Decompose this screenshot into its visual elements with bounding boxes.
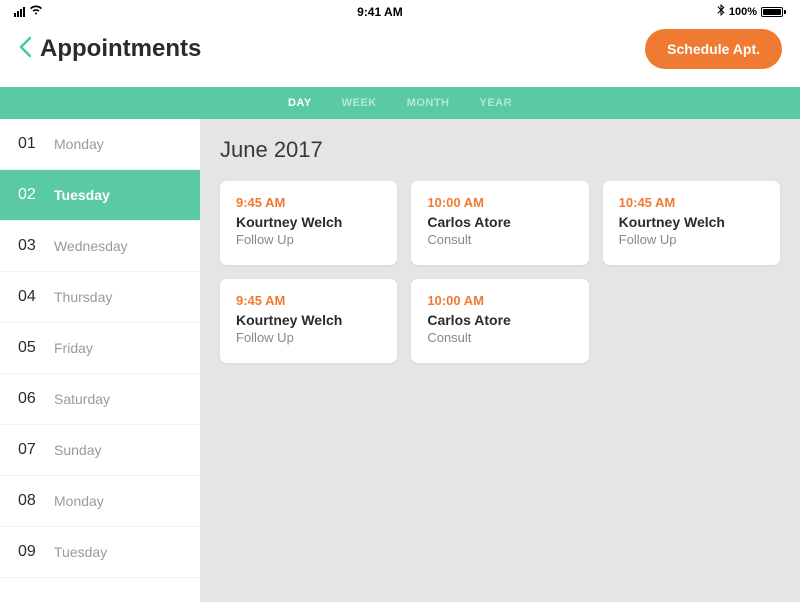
appointment-time: 10:00 AM [427, 293, 572, 308]
day-number: 09 [18, 543, 40, 561]
appointment-type: Consult [427, 232, 572, 247]
status-time: 9:41 AM [357, 5, 403, 19]
sidebar-day-item[interactable]: 08 Monday [0, 476, 200, 527]
appointment-card[interactable]: 10:45 AM Kourtney Welch Follow Up [603, 181, 780, 265]
tab-month[interactable]: MONTH [407, 97, 450, 109]
day-name: Friday [54, 340, 93, 356]
appointment-name: Kourtney Welch [619, 214, 764, 230]
status-left [14, 5, 43, 18]
tab-year[interactable]: YEAR [479, 97, 512, 109]
sidebar-day-item[interactable]: 07 Sunday [0, 425, 200, 476]
appointment-card[interactable]: 9:45 AM Kourtney Welch Follow Up [220, 181, 397, 265]
sidebar-day-item[interactable]: 06 Saturday [0, 374, 200, 425]
appointment-time: 9:45 AM [236, 195, 381, 210]
bluetooth-icon [717, 4, 725, 19]
day-name: Thursday [54, 289, 112, 305]
main: June 2017 9:45 AM Kourtney Welch Follow Up… [200, 119, 800, 602]
battery-percent: 100% [729, 6, 757, 18]
appointment-card[interactable]: 9:45 AM Kourtney Welch Follow Up [220, 279, 397, 363]
view-tabs: DAY WEEK MONTH YEAR [0, 87, 800, 119]
day-name: Wednesday [54, 238, 128, 254]
day-name: Saturday [54, 391, 110, 407]
appointment-time: 9:45 AM [236, 293, 381, 308]
appointment-type: Consult [427, 330, 572, 345]
appointment-type: Follow Up [619, 232, 764, 247]
back-chevron-icon[interactable] [18, 36, 36, 63]
content: 01 Monday 02 Tuesday 03 Wednesday 04 Thursday 05… [0, 119, 800, 602]
day-number: 02 [18, 186, 40, 204]
day-number: 07 [18, 441, 40, 459]
appointment-name: Carlos Atore [427, 312, 572, 328]
tab-week[interactable]: WEEK [342, 97, 377, 109]
day-name: Monday [54, 493, 104, 509]
sidebar-day-item[interactable]: 09 Tuesday [0, 527, 200, 578]
header-left: Appointments [18, 35, 201, 63]
day-number: 08 [18, 492, 40, 510]
day-number: 03 [18, 237, 40, 255]
appointment-name: Carlos Atore [427, 214, 572, 230]
day-name: Tuesday [54, 187, 110, 203]
day-number: 05 [18, 339, 40, 357]
battery-icon [761, 7, 786, 17]
sidebar-day-item[interactable]: 05 Friday [0, 323, 200, 374]
status-right: 100% [717, 4, 786, 19]
signal-icon [14, 7, 25, 17]
day-name: Monday [54, 136, 104, 152]
appointment-card[interactable]: 10:00 AM Carlos Atore Consult [411, 279, 588, 363]
day-number: 06 [18, 390, 40, 408]
sidebar-day-item[interactable]: 02 Tuesday [0, 170, 200, 221]
appointment-time: 10:00 AM [427, 195, 572, 210]
page-title: Appointments [40, 35, 201, 63]
header: Appointments Schedule Apt. [0, 21, 800, 87]
appointment-type: Follow Up [236, 232, 381, 247]
sidebar-day-item[interactable]: 01 Monday [0, 119, 200, 170]
day-name: Tuesday [54, 544, 107, 560]
appointment-cards: 9:45 AM Kourtney Welch Follow Up 10:00 AM Ca… [220, 181, 780, 363]
day-number: 04 [18, 288, 40, 306]
appointment-time: 10:45 AM [619, 195, 764, 210]
appointment-type: Follow Up [236, 330, 381, 345]
day-number: 01 [18, 135, 40, 153]
status-bar: 9:41 AM 100% [0, 0, 800, 21]
appointment-name: Kourtney Welch [236, 312, 381, 328]
month-title: June 2017 [220, 137, 780, 163]
appointment-card[interactable]: 10:00 AM Carlos Atore Consult [411, 181, 588, 265]
wifi-icon [29, 5, 43, 18]
day-name: Sunday [54, 442, 101, 458]
schedule-apt-button[interactable]: Schedule Apt. [645, 29, 782, 69]
tab-day[interactable]: DAY [288, 97, 312, 109]
sidebar-day-item[interactable]: 04 Thursday [0, 272, 200, 323]
sidebar-day-item[interactable]: 03 Wednesday [0, 221, 200, 272]
appointment-name: Kourtney Welch [236, 214, 381, 230]
sidebar: 01 Monday 02 Tuesday 03 Wednesday 04 Thursday 05… [0, 119, 200, 602]
